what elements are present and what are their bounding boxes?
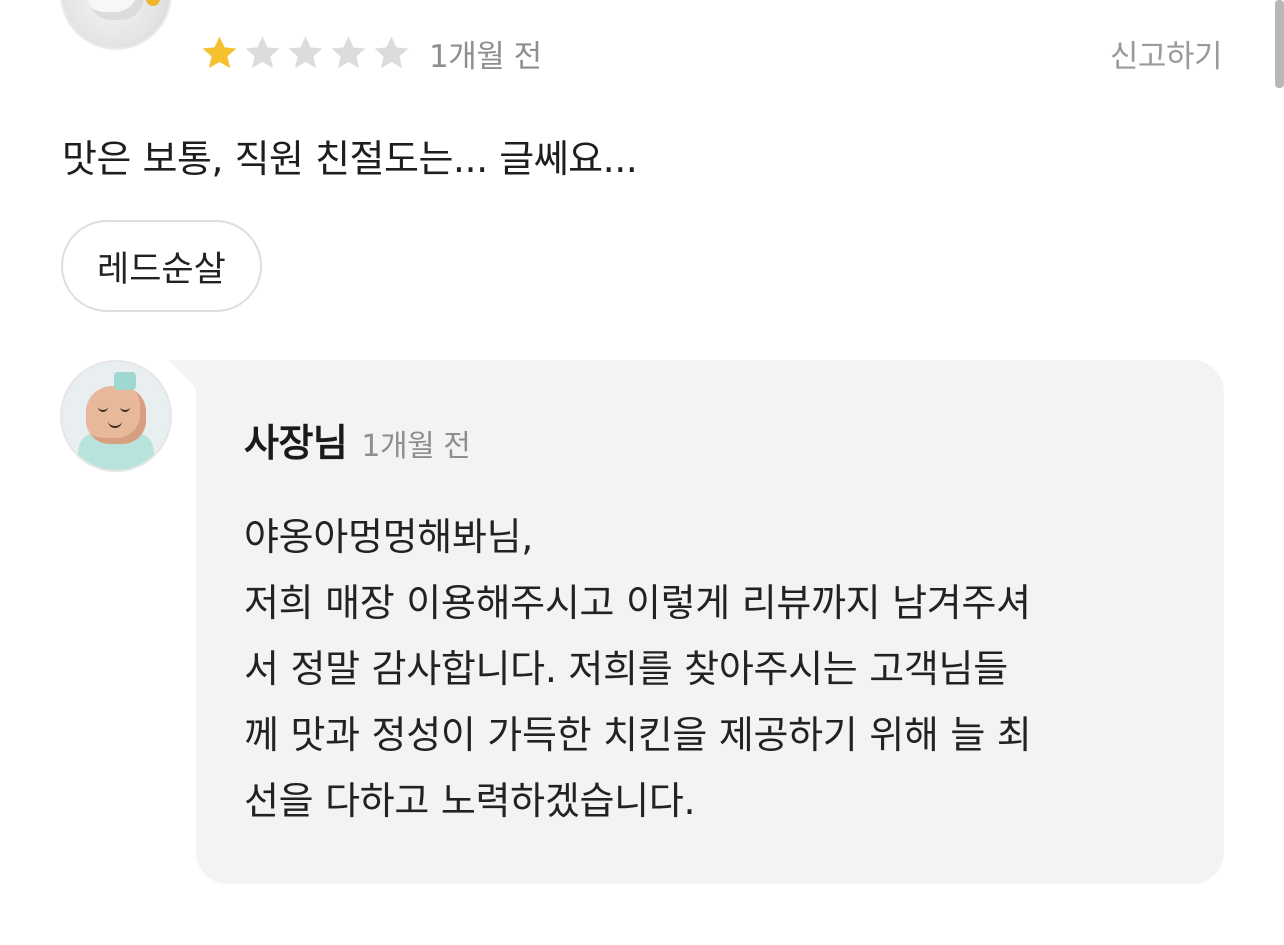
reply-line: 께 맛과 정성이 가득한 치킨을 제공하기 위해 늘 최	[244, 713, 1032, 757]
owner-avatar-head	[86, 386, 146, 444]
review-date: 1개월 전	[429, 38, 542, 75]
scrollbar[interactable]	[1275, 0, 1284, 88]
owner-avatar	[60, 360, 172, 472]
owner-name: 사장님	[244, 421, 348, 465]
star-empty-icon	[288, 35, 323, 68]
review-text: 맛은 보통, 직원 친절도는... 글쎄요...	[62, 137, 638, 181]
star-empty-icon	[331, 35, 366, 68]
reviewer-avatar[interactable]	[60, 0, 172, 50]
star-empty-icon	[245, 35, 280, 68]
reply-header: 사장님 1개월 전	[244, 412, 471, 467]
reply-line: 야옹아멍멍해봐님,	[244, 515, 534, 559]
report-button[interactable]: 신고하기	[1110, 31, 1223, 76]
reply-line: 선을 다하고 노력하겠습니다.	[244, 779, 696, 823]
star-empty-icon	[374, 35, 409, 68]
star-rating	[200, 34, 411, 73]
owner-avatar-hat	[114, 372, 136, 390]
reviewer-avatar-accent	[146, 0, 160, 6]
review-meta: 1개월 전	[200, 30, 542, 76]
reviewer-avatar-figure	[88, 0, 144, 20]
owner-reply: 사장님 1개월 전 야옹아멍멍해봐님, 저희 매장 이용해주시고 이렇게 리뷰까…	[168, 360, 1224, 884]
reply-line: 서 정말 감사합니다. 저희를 찾아주시는 고객님들	[244, 647, 1008, 691]
reply-text: 야옹아멍멍해봐님, 저희 매장 이용해주시고 이렇게 리뷰까지 남겨주셔 서 정…	[244, 504, 1194, 834]
reply-date: 1개월 전	[361, 429, 471, 464]
menu-tag-chip[interactable]: 레드순살	[61, 220, 262, 312]
star-filled-icon	[202, 35, 237, 68]
reply-line: 저희 매장 이용해주시고 이렇게 리뷰까지 남겨주셔	[244, 581, 1031, 625]
